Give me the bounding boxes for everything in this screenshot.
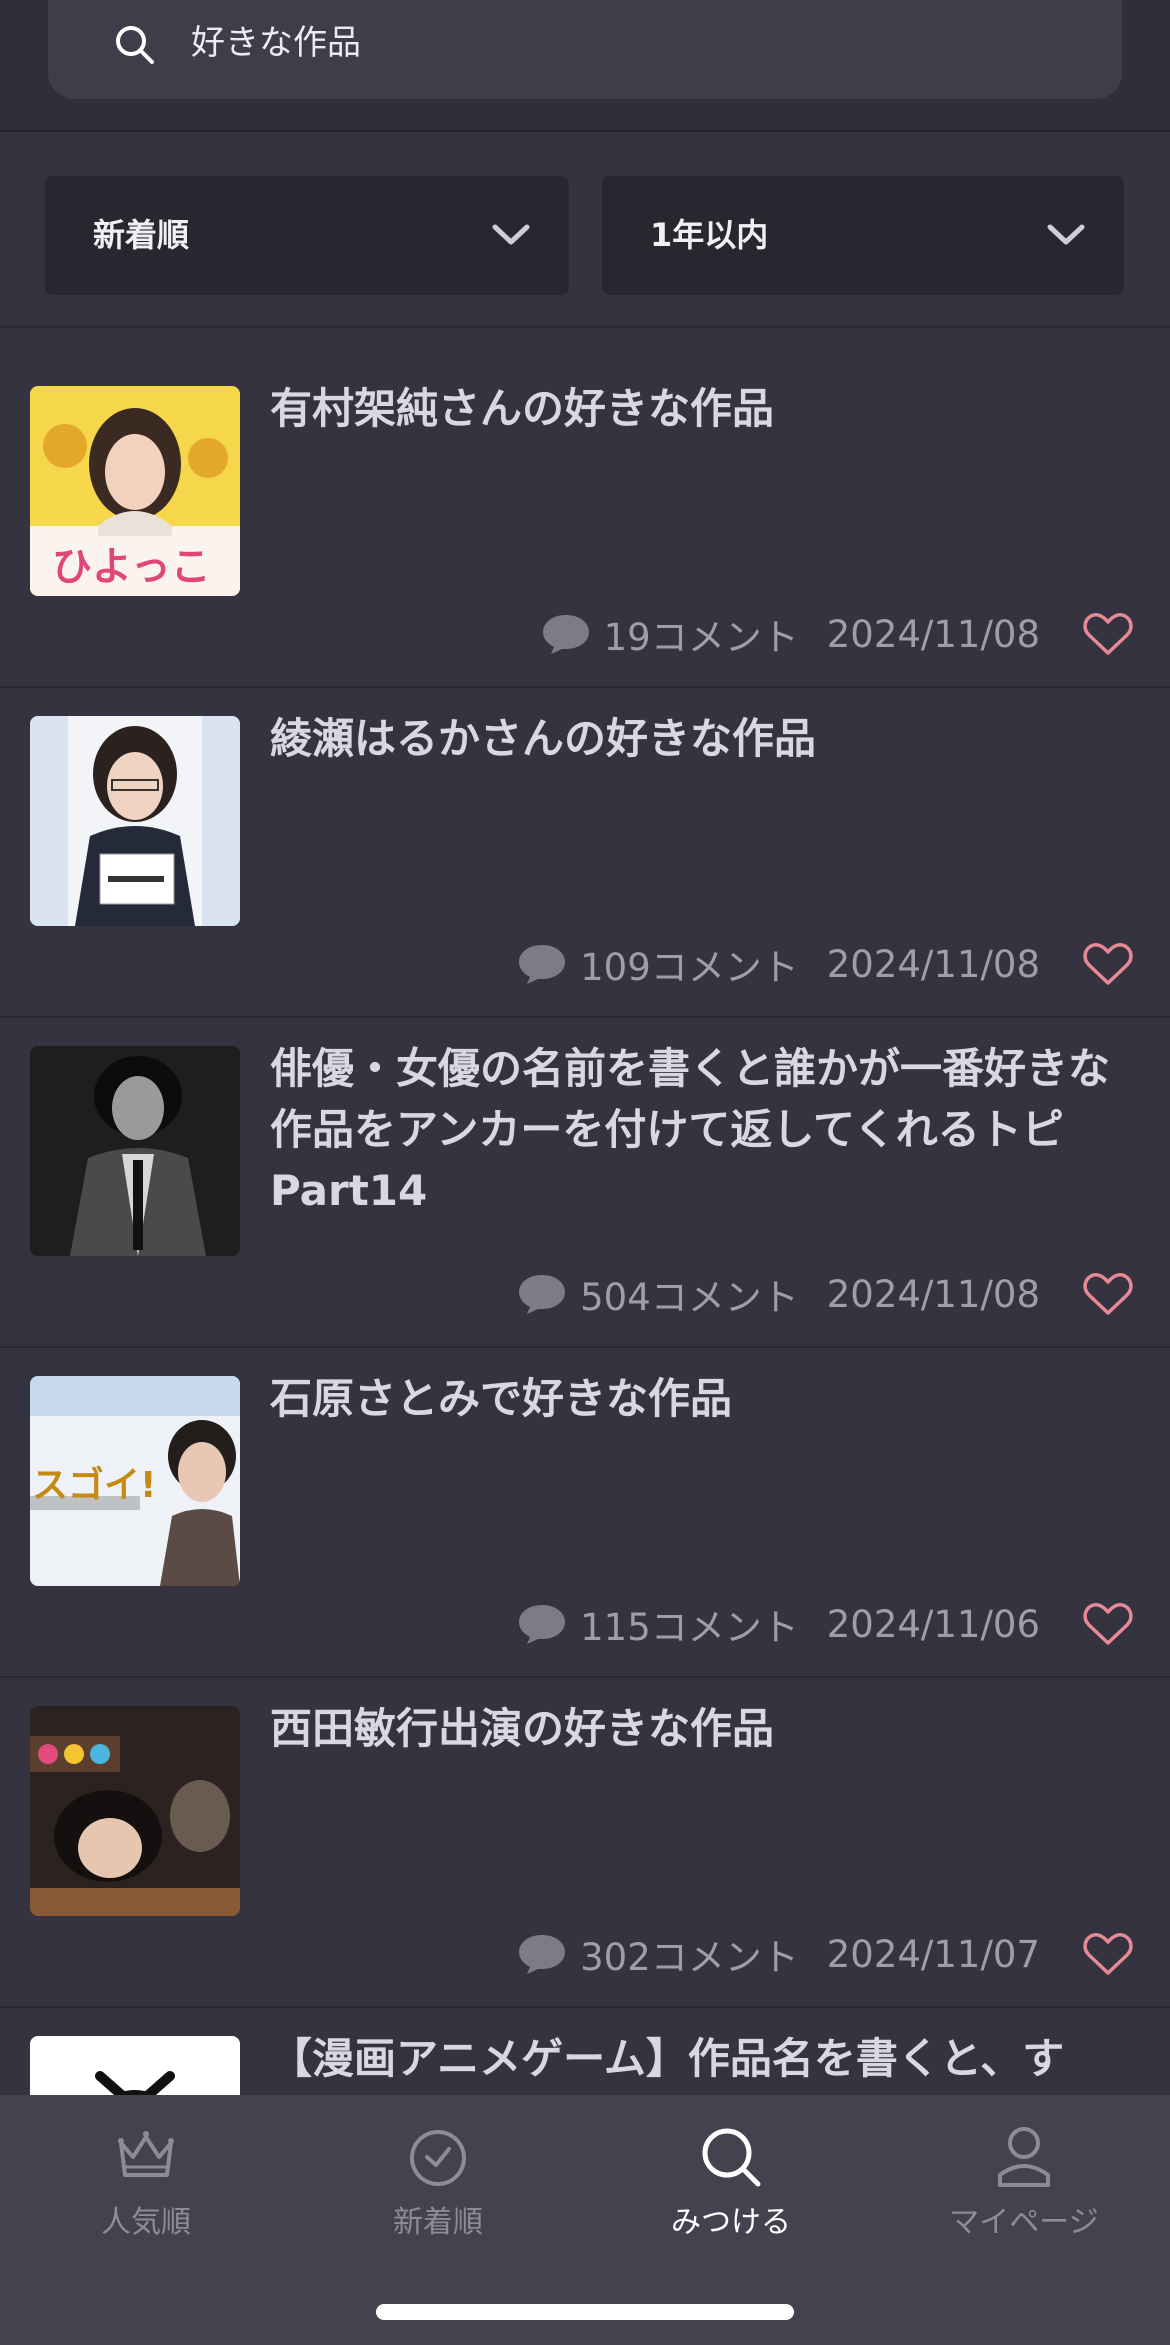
clock-icon (410, 2130, 466, 2186)
nav-label: マイページ (949, 2205, 1099, 2240)
thumbnail: ひよっこ (30, 386, 240, 596)
home-indicator[interactable] (376, 2304, 794, 2320)
thumbnail: スゴイ! (30, 1376, 240, 1586)
comment-count: 302コメント (580, 1936, 799, 1979)
item-meta: 109コメント 2024/11/08 (516, 934, 1134, 994)
heart-icon[interactable] (1082, 941, 1134, 987)
item-meta: 504コメント 2024/11/08 (516, 1264, 1134, 1324)
item-title[interactable]: 石原さとみで好きな作品 (270, 1368, 1130, 1429)
search-icon (116, 26, 154, 64)
comment-icon (519, 1275, 566, 1314)
list-item[interactable]: スゴイ! 石原さとみで好きな作品 115コメント 2024/11/06 (0, 1346, 1170, 1678)
heart-icon[interactable] (1082, 1601, 1134, 1647)
comment-count: 19コメント (603, 616, 799, 659)
item-title[interactable]: 西田敏行出演の好きな作品 (270, 1698, 1130, 1759)
crown-icon (118, 2131, 174, 2177)
list-item[interactable]: 綾瀬はるかさんの好きな作品 109コメント 2024/11/08 (0, 686, 1170, 1018)
thumbnail-title: スゴイ! (32, 1465, 157, 1506)
comment-count: 504コメント (580, 1276, 799, 1319)
chevron-down-icon (492, 224, 530, 245)
search-query[interactable]: 好きな作品 (191, 18, 361, 68)
period-dropdown[interactable]: 1年以内 (602, 176, 1124, 295)
list-item[interactable]: 俳優・女優の名前を書くと誰かが一番好きな作品をアンカーを付けて返してくれるトピ … (0, 1016, 1170, 1348)
post-date: 2024/11/06 (826, 1602, 1040, 1646)
comment-count: 115コメント (580, 1606, 799, 1649)
heart-icon[interactable] (1082, 1271, 1134, 1317)
nav-new[interactable]: 新着順 (292, 2123, 584, 2253)
thumbnail (30, 1046, 240, 1256)
item-meta: 19コメント 2024/11/08 (540, 604, 1134, 664)
nav-discover[interactable]: みつける (585, 2123, 877, 2253)
sort-dropdown[interactable]: 新着順 (45, 176, 569, 295)
list-item[interactable]: 西田敏行出演の好きな作品 302コメント 2024/11/07 (0, 1676, 1170, 2008)
search-icon (702, 2128, 761, 2187)
post-date: 2024/11/07 (826, 1932, 1040, 1976)
heart-icon[interactable] (1082, 611, 1134, 657)
search-box[interactable]: 好きな作品 (48, 0, 1122, 99)
thumbnail-title: ひよっこ (52, 544, 211, 590)
post-date: 2024/11/08 (826, 612, 1040, 656)
post-date: 2024/11/08 (826, 942, 1040, 986)
comment-icon (519, 945, 566, 984)
nav-label: 新着順 (393, 2205, 483, 2240)
list-item[interactable]: ひよっこ 有村架純さんの好きな作品 19コメント 2024/11/08 (0, 356, 1170, 688)
comment-icon (542, 615, 589, 654)
nav-mypage[interactable]: マイページ (878, 2123, 1170, 2253)
post-date: 2024/11/08 (826, 1272, 1040, 1316)
search-header: 好きな作品 (0, 0, 1170, 132)
sort-dropdown-label: 新着順 (93, 216, 190, 254)
comment-icon (519, 1935, 566, 1974)
period-dropdown-label: 1年以内 (650, 216, 769, 254)
heart-icon[interactable] (1082, 1931, 1134, 1977)
nav-label: 人気順 (101, 2205, 191, 2240)
item-title[interactable]: 俳優・女優の名前を書くと誰かが一番好きな作品をアンカーを付けて返してくれるトピ … (270, 1038, 1130, 1221)
chevron-down-icon (1047, 224, 1085, 245)
item-title[interactable]: 【漫画アニメゲーム】作品名を書くと、す (270, 2028, 1130, 2089)
thumbnail (30, 1706, 240, 1916)
comment-count: 109コメント (580, 946, 799, 989)
divider (0, 326, 1170, 328)
thumbnail (30, 716, 240, 926)
comment-icon (519, 1605, 566, 1644)
nav-popular[interactable]: 人気順 (0, 2123, 292, 2253)
item-title[interactable]: 有村架純さんの好きな作品 (270, 378, 1130, 439)
item-title[interactable]: 綾瀬はるかさんの好きな作品 (270, 708, 1130, 769)
nav-label: みつける (671, 2205, 791, 2240)
item-meta: 115コメント 2024/11/06 (516, 1594, 1134, 1654)
item-meta: 302コメント 2024/11/07 (516, 1924, 1134, 1984)
user-icon (998, 2127, 1050, 2187)
